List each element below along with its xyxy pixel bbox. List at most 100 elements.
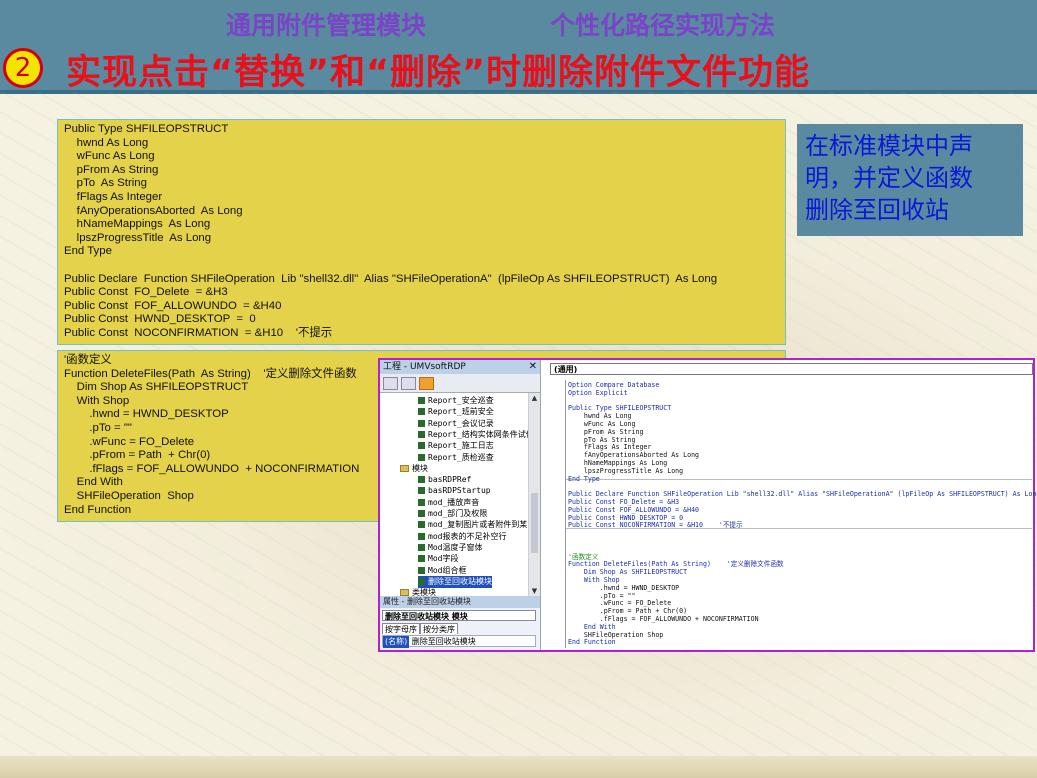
property-name-row[interactable]: (名称) 删除至回收站模块	[382, 635, 536, 648]
tree-item-label: Report_安全巡查	[428, 396, 494, 405]
declaration-code-box: Public Type SHFILEOPSTRUCT hwnd As Long …	[57, 119, 786, 345]
note-line: 在标准模块中声	[805, 132, 973, 160]
properties-title: 属性 - 删除至回收站模块	[380, 596, 540, 608]
editor-code-line: Option Explicit	[568, 388, 628, 397]
module-icon	[418, 397, 425, 404]
module-icon	[418, 453, 425, 461]
project-explorer-title: 工程 - UMVsoftRDP ✕	[380, 360, 540, 374]
module-icon	[418, 408, 425, 416]
code-line: fFlags As Integer	[64, 190, 163, 203]
property-value: 删除至回收站模块	[411, 637, 476, 646]
code-line: pTo As String	[64, 177, 147, 190]
tree-item-label: mod_复制图片或者附件到某	[428, 520, 528, 530]
tree-item-label: Mod温度子窗体	[428, 542, 483, 552]
project-explorer-panel: 工程 - UMVsoftRDP ✕ Report_安全巡查 Report_班前安全…	[380, 360, 541, 650]
tree-item[interactable]: Report_班前安全	[418, 406, 494, 418]
slide-header: 通用附件管理模块 个性化路径实现方法 2 实现点击“替换”和“删除”时删除附件文…	[0, 0, 1037, 93]
tree-scrollbar[interactable]: ▲ ▼	[528, 393, 540, 598]
module-icon	[418, 566, 425, 574]
tree-item-label: basRDPStartup	[428, 486, 491, 496]
slide-title: 实现点击“替换”和“删除”时删除附件文件功能	[66, 53, 811, 93]
tab-categorized[interactable]: 按分类序	[420, 623, 458, 634]
tree-item[interactable]: basRDPStartup	[418, 485, 491, 497]
explanation-note: 在标准模块中声 明，并定义函数 删除至回收站	[797, 124, 1023, 236]
toggle-folders-icon[interactable]	[419, 376, 434, 390]
properties-object-select[interactable]: 删除至回收站模块 模块	[382, 610, 536, 621]
code-line: fAnyOperationsAborted As Long	[64, 204, 243, 217]
tree-item-label: Report_施工日志	[428, 441, 494, 451]
project-tree: Report_安全巡查 Report_班前安全 Report_会议记录 Report_…	[380, 393, 528, 598]
tree-item[interactable]: 模块	[400, 463, 428, 475]
tree-item[interactable]: Report_施工日志	[418, 440, 494, 452]
tree-item[interactable]: Report_会议记录	[418, 418, 494, 430]
scroll-down-icon[interactable]: ▼	[530, 587, 539, 596]
editor-code-line: End Type	[568, 474, 600, 483]
tree-item[interactable]: mod_部门及权限	[418, 508, 487, 520]
code-line: Public Type SHFILEOPSTRUCT	[64, 123, 229, 135]
module-icon	[418, 543, 425, 551]
tree-item[interactable]: Mod组合框	[418, 565, 466, 577]
code-line: pFrom As String	[64, 163, 159, 176]
code-window: (通用) Option Compare Database Option Expli…	[542, 360, 1037, 650]
module-icon	[418, 430, 425, 438]
procedure-separator	[566, 479, 1032, 480]
tree-item[interactable]: Report_结构实体网条件试件	[418, 429, 528, 441]
code-line: Public Const HWND_DESKTOP = 0	[64, 313, 256, 326]
code-line: Public Const NOCONFIRMATION = &H10 '不提示	[64, 326, 333, 339]
note-line: 删除至回收站	[805, 196, 949, 224]
code-line: Public Const FO_Delete = &H3	[64, 286, 228, 299]
code-editor[interactable]: Option Compare Database Option Explicit Pu…	[565, 380, 1037, 648]
view-object-icon[interactable]	[401, 376, 416, 390]
tree-item[interactable]: Mod温度子窗体	[418, 542, 482, 554]
module-icon	[418, 555, 425, 563]
tree-item-label: 删除至回收站模块	[428, 576, 492, 586]
tree-item[interactable]: mod_复制图片或者附件到某	[418, 519, 527, 531]
module-subtitle: 通用附件管理模块	[226, 11, 427, 40]
module-icon	[418, 577, 425, 585]
editor-code-line: Public Const NOCONFIRMATION = &H10 '不提示	[568, 521, 743, 530]
module-icon	[418, 510, 425, 517]
close-icon[interactable]: ✕	[529, 360, 537, 374]
tree-item[interactable]: basRDPRef	[418, 474, 471, 486]
tree-item[interactable]: Report_质检巡查	[418, 452, 494, 464]
tab-alphabetic[interactable]: 按字母序	[382, 623, 420, 634]
step-number-badge: 2	[3, 48, 43, 88]
tree-item[interactable]: Report_安全巡查	[418, 395, 494, 407]
object-dropdown[interactable]: (通用)	[550, 363, 1033, 375]
tree-item-label: Mod组合框	[428, 565, 467, 575]
tree-item-label: 模块	[412, 463, 428, 473]
view-code-icon[interactable]	[383, 376, 398, 390]
project-explorer-toolbar	[380, 374, 540, 393]
vbe-editor-screenshot: 工程 - UMVsoftRDP ✕ Report_安全巡查 Report_班前安全…	[378, 358, 1037, 652]
tree-item-label: basRDPRef	[428, 475, 472, 485]
tree-item[interactable]: mod报表的不足补空行	[418, 531, 506, 543]
module-icon	[418, 498, 425, 506]
code-line: Public Declare Function SHFileOperation …	[64, 272, 718, 285]
tree-item-label: mod报表的不足补空行	[428, 531, 507, 541]
bottom-strip	[0, 756, 1037, 778]
tree-item[interactable]: Mod字段	[418, 553, 458, 565]
property-key: (名称)	[383, 636, 410, 648]
tree-item-label: Report_结构实体网条件试件	[428, 429, 528, 439]
module-icon	[418, 521, 425, 529]
editor-code-line: End Function	[568, 638, 616, 647]
scrollbar-thumb[interactable]	[531, 493, 538, 553]
module-icon	[418, 442, 425, 450]
folder-icon	[400, 464, 409, 472]
module-icon	[418, 532, 425, 540]
tree-item[interactable]: mod_播放声音	[418, 497, 479, 509]
tree-item[interactable]: 删除至回收站模块	[418, 575, 492, 588]
code-line: lpszProgressTitle As Long	[64, 231, 212, 244]
module-icon	[418, 487, 425, 495]
scroll-up-icon[interactable]: ▲	[530, 394, 539, 403]
code-line: hNameMappings As Long	[64, 218, 211, 231]
properties-tabs: 按字母序 按分类序	[382, 623, 538, 634]
tree-item-label: Mod字段	[428, 554, 459, 564]
module-icon	[418, 476, 425, 484]
tree-item-label: Report_质检巡查	[428, 452, 494, 462]
tree-item-label: mod_部门及权限	[428, 509, 488, 518]
tree-item-label: Report_会议记录	[428, 418, 494, 428]
tree-item-label: Report_班前安全	[428, 407, 494, 417]
project-title-text: 工程 - UMVsoftRDP	[383, 362, 466, 372]
